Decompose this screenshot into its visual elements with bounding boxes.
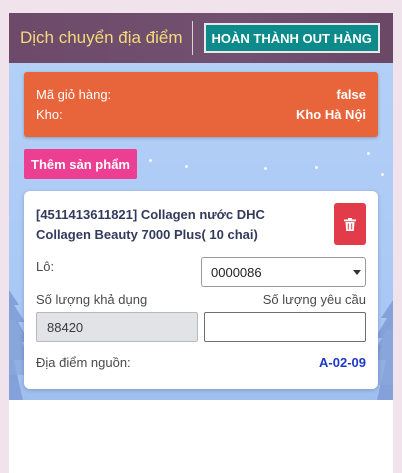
info-card: Mã giỏ hàng: false Kho: Kho Hà Nội — [24, 72, 378, 137]
available-qty-value: 88420 — [47, 319, 84, 335]
complete-out-button[interactable]: HOÀN THÀNH OUT HÀNG — [203, 23, 380, 53]
snow-dot — [149, 159, 152, 162]
snow-dot — [185, 165, 188, 168]
warehouse-row: Kho: Kho Hà Nội — [36, 107, 366, 122]
cart-label: Mã giỏ hàng: — [36, 87, 112, 102]
lot-select[interactable]: 0000086 — [201, 257, 366, 287]
warehouse-value: Kho Hà Nội — [295, 107, 366, 122]
requested-qty-input[interactable] — [204, 312, 366, 342]
available-qty-field: 88420 — [36, 312, 198, 342]
snow-dot — [264, 167, 267, 170]
source-location-label: Địa điểm nguồn: — [36, 355, 131, 370]
warehouse-label: Kho: — [36, 107, 63, 122]
app-frame: Dịch chuyển địa điểm HOÀN THÀNH OUT HÀNG — [9, 13, 393, 473]
caret-down-icon — [353, 270, 361, 275]
cart-row: Mã giỏ hàng: false — [36, 87, 366, 102]
lot-value: 0000086 — [211, 264, 262, 280]
header-divider — [191, 21, 193, 55]
snow-dot — [367, 152, 370, 155]
add-product-button[interactable]: Thêm sản phẩm — [24, 149, 137, 179]
source-location-value: A-02-09 — [319, 355, 366, 370]
product-name: [4511413611821] Collagen nước DHC Collag… — [36, 207, 265, 242]
lot-label: Lô: — [36, 259, 55, 274]
snow-dot — [381, 173, 384, 176]
trash-icon — [344, 217, 356, 231]
header-bar: Dịch chuyển địa điểm HOÀN THÀNH OUT HÀNG — [9, 13, 393, 63]
snow-dot — [315, 166, 318, 169]
cart-value: false — [336, 87, 366, 102]
content-area: Mã giỏ hàng: false Kho: Kho Hà Nội Thêm … — [9, 63, 393, 400]
delete-product-button[interactable] — [334, 203, 366, 245]
requested-qty-label: Số lượng yêu cầu — [262, 292, 366, 307]
product-card: [4511413611821] Collagen nước DHC Collag… — [24, 191, 378, 389]
page-title: Dịch chuyển địa điểm — [20, 28, 183, 47]
available-qty-label: Số lượng khả dụng — [36, 292, 148, 307]
